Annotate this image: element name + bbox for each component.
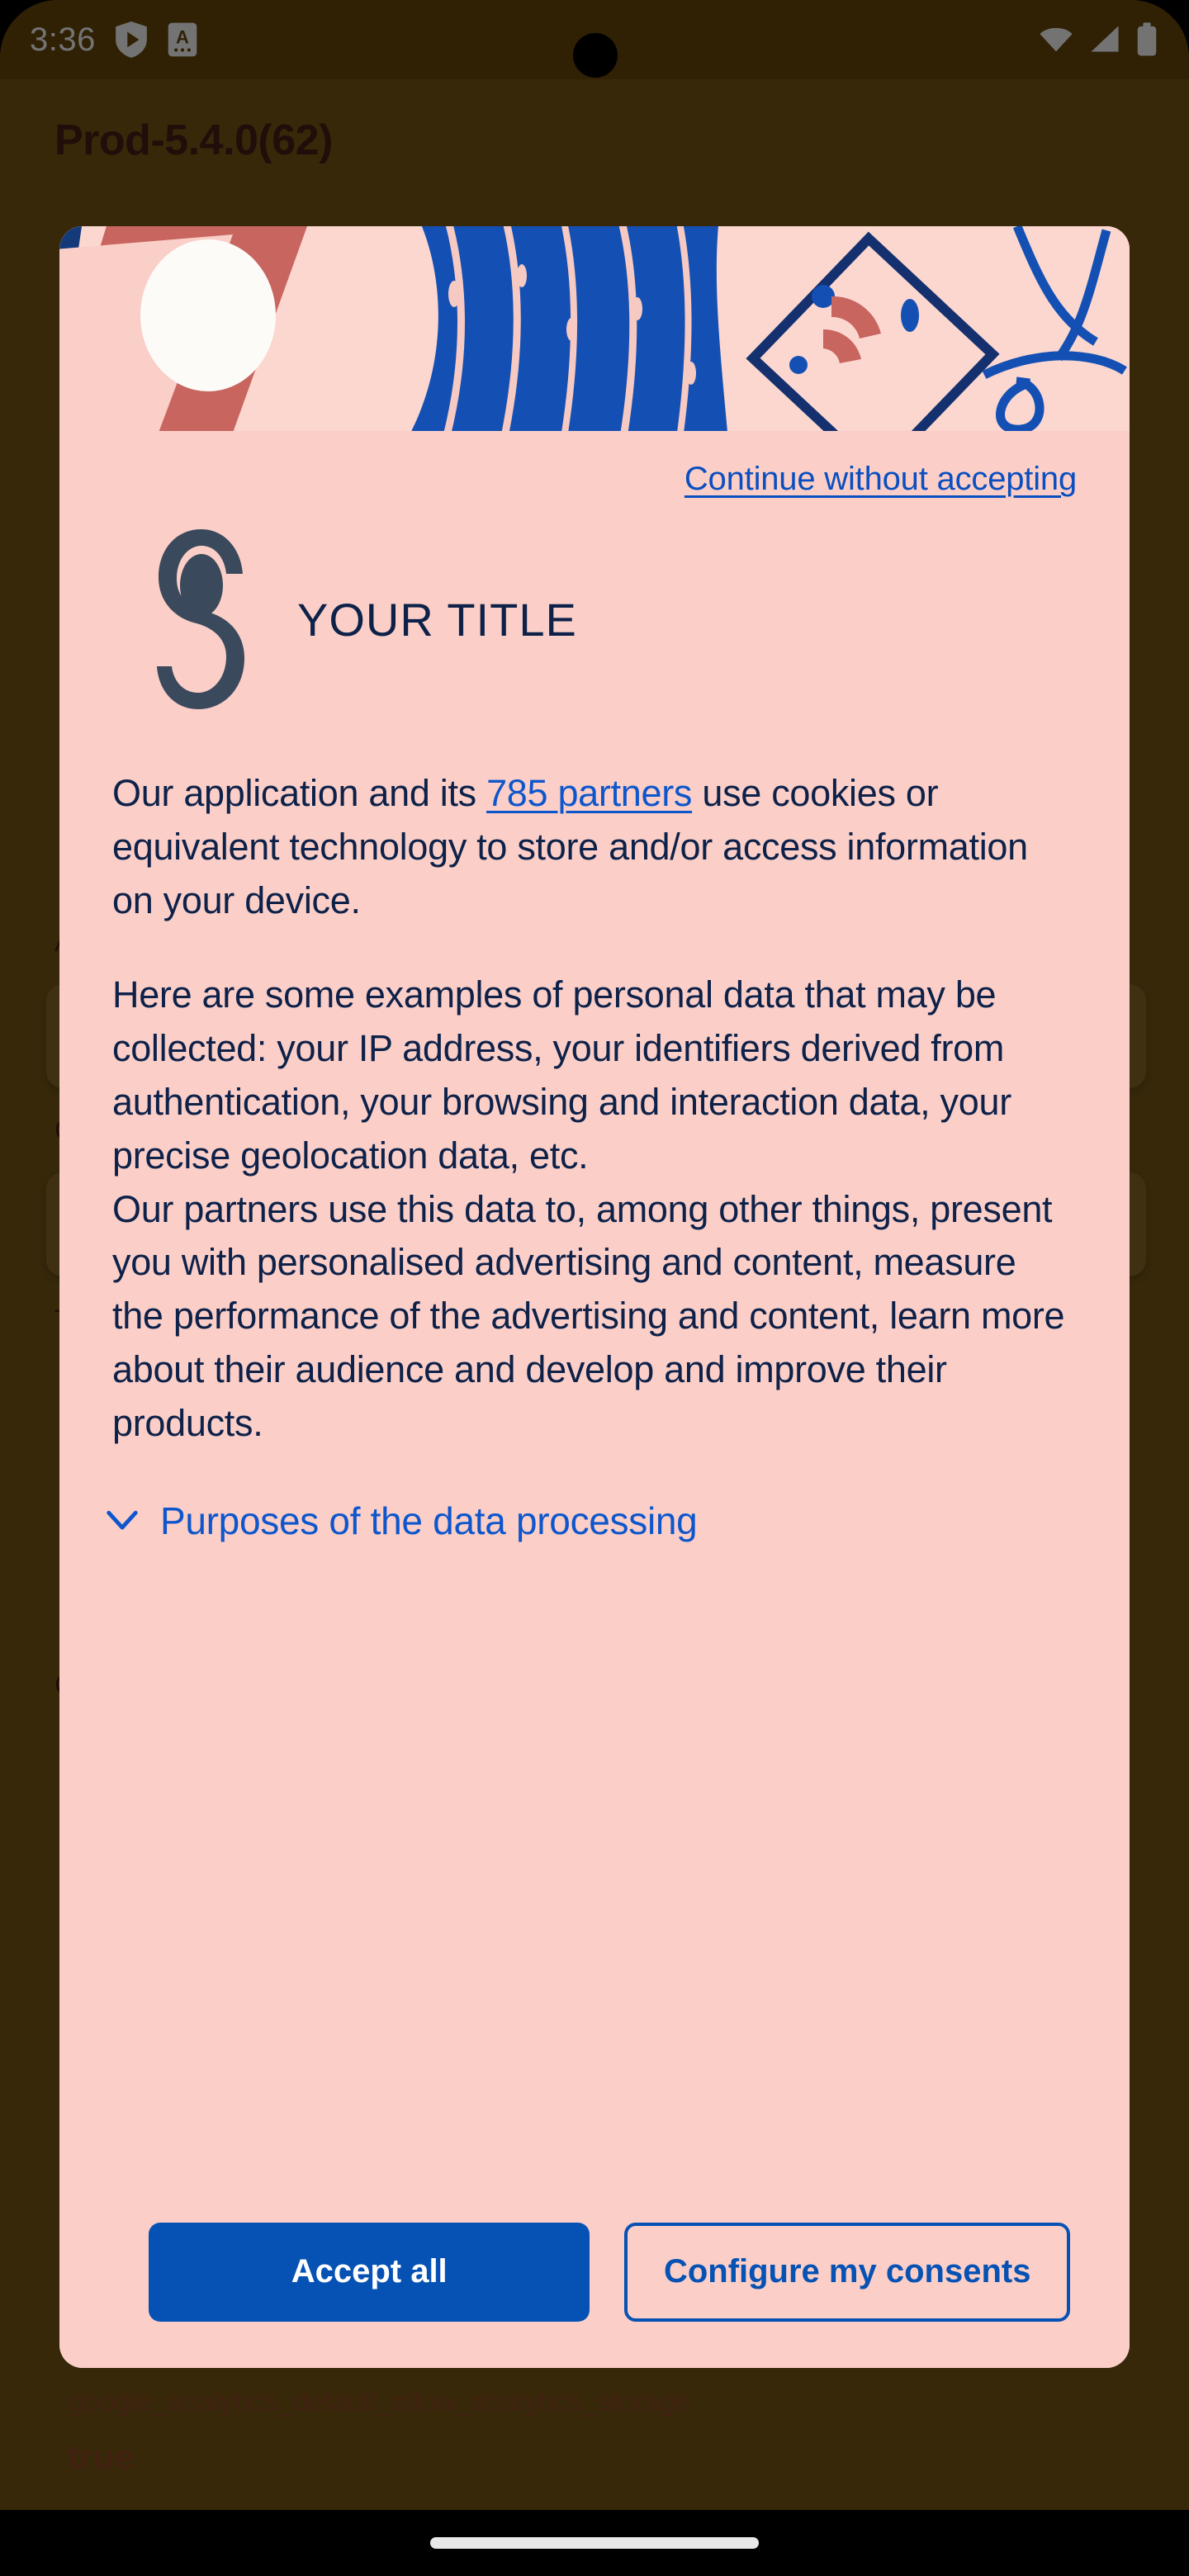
chevron-down-icon (107, 1510, 138, 1530)
analytics-key-label: google_analytics_default_allow_analytics… (68, 2386, 691, 2417)
continue-without-accepting-row: Continue without accepting (59, 431, 1130, 498)
paragraph-1-before: Our application and its (112, 772, 487, 814)
navigation-bar (0, 2510, 1189, 2576)
analytics-value-label: true (68, 2437, 134, 2476)
hero-illustration-art (59, 226, 1130, 431)
consent-text-block: Our application and its 785 partners use… (59, 767, 1130, 1451)
accept-all-button[interactable]: Accept all (149, 2223, 590, 2322)
continue-without-accepting-link[interactable]: Continue without accepting (685, 461, 1077, 498)
consent-dialog-body[interactable]: Continue without accepting YOUR TITLE Ou… (59, 431, 1130, 2223)
configure-consents-button[interactable]: Configure my consents (624, 2223, 1070, 2322)
home-gesture-pill[interactable] (430, 2537, 759, 2549)
purposes-accordion[interactable]: Purposes of the data processing (59, 1497, 1130, 1546)
consent-paragraph-2: Here are some examples of personal data … (112, 973, 1065, 1444)
consent-dialog: Continue without accepting YOUR TITLE Ou… (59, 226, 1130, 2368)
consent-dialog-actions: Accept all Configure my consents (59, 2223, 1130, 2368)
hero-illustration (59, 226, 1130, 431)
partners-count-link[interactable]: 785 partners (486, 772, 692, 814)
purposes-accordion-title: Purposes of the data processing (160, 1499, 698, 1542)
partner-s-logo (157, 529, 244, 709)
dialog-brand-title: YOUR TITLE (297, 593, 577, 646)
brand-row: YOUR TITLE (59, 498, 1130, 713)
phone-screen: 3:36 A (0, 0, 1189, 2576)
consent-paragraph-1: Our application and its 785 partners use… (112, 767, 1077, 927)
